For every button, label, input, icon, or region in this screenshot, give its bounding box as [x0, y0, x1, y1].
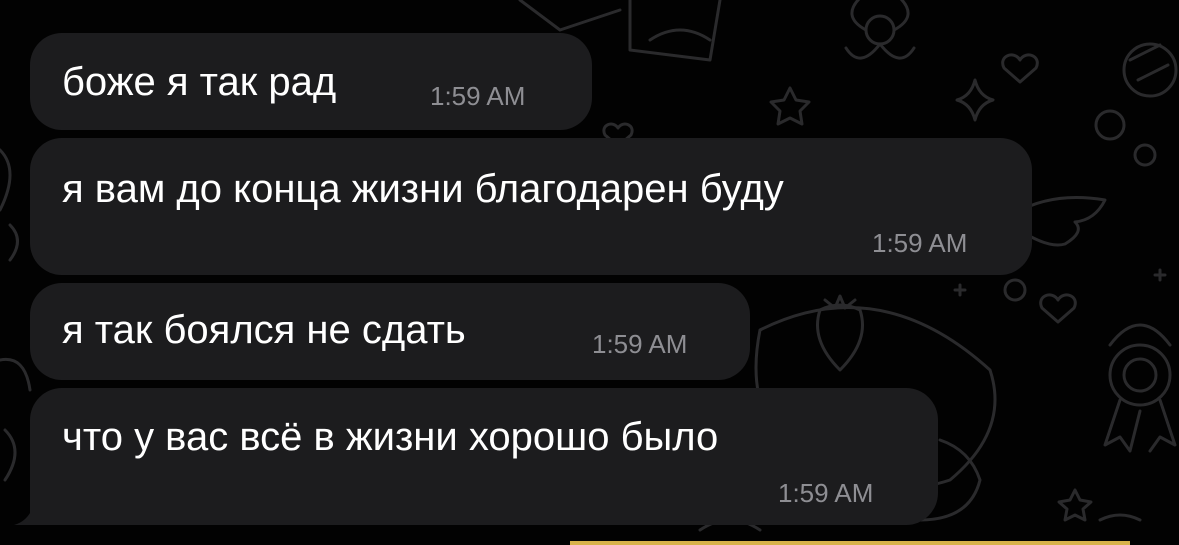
message-timestamp: 1:59 AM	[872, 228, 968, 258]
bubble-tail	[14, 496, 54, 525]
message-text: я так боялся не сдать	[62, 308, 466, 352]
message-bubble[interactable]: я вам до конца жизни благодарен буду 1:5…	[30, 138, 1032, 275]
heart-doodle	[1039, 293, 1077, 324]
heart-doodle	[1001, 53, 1039, 84]
star-doodle	[1057, 488, 1093, 522]
message-timestamp: 1:59 AM	[778, 478, 874, 508]
medal-doodle	[1103, 323, 1177, 453]
accent-bar	[570, 541, 1130, 545]
message-text: что у вас всё в жизни хорошо было	[62, 415, 719, 459]
message-bubble[interactable]: боже я так рад 1:59 AM	[30, 33, 592, 130]
message-text: боже я так рад	[62, 60, 337, 104]
star-doodle	[769, 86, 811, 126]
message-timestamp: 1:59 AM	[430, 81, 526, 111]
message-timestamp: 1:59 AM	[592, 329, 688, 359]
message-bubble[interactable]: я так боялся не сдать 1:59 AM	[30, 283, 750, 380]
message-text: я вам до конца жизни благодарен буду	[62, 167, 784, 211]
message-bubble[interactable]: что у вас всё в жизни хорошо было 1:59 A…	[30, 388, 938, 525]
chat-view[interactable]: боже я так рад 1:59 AM я вам до конца жи…	[0, 0, 1179, 545]
star-doodle	[955, 78, 995, 122]
flower-doodle	[844, 0, 916, 60]
